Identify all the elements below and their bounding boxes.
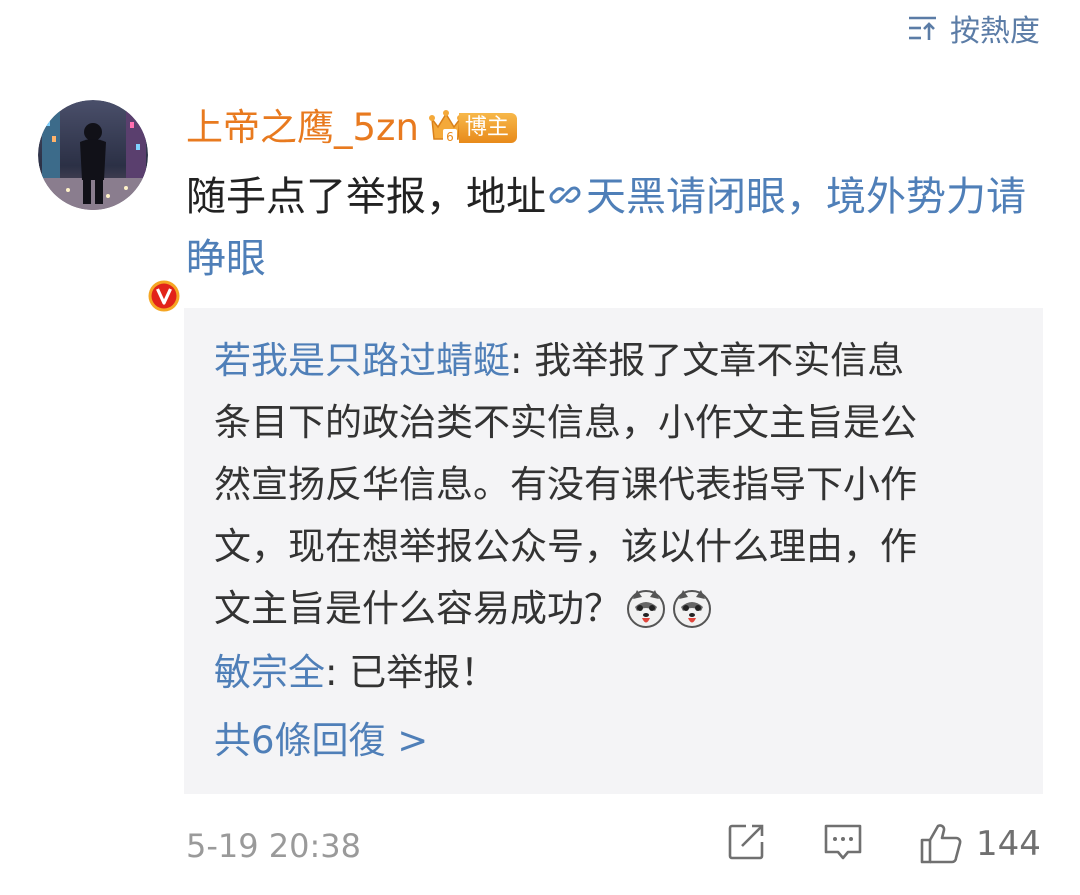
- reply-text-line4: 文，现在想举报公众号，该以什么理由，作: [214, 525, 917, 568]
- reply-preview-box[interactable]: 若我是只路过蜻蜓: 我举报了文章不实信息 条目下的政治类不实信息，小作文主旨是公…: [184, 308, 1043, 794]
- reply-text-line5: 文主旨是什么容易成功？: [214, 587, 621, 630]
- like-button[interactable]: 144: [918, 822, 1041, 866]
- share-icon: [728, 824, 764, 860]
- link-icon: [549, 186, 581, 204]
- comment-body: 随手点了举报，地址: [186, 174, 546, 220]
- avatar-image: [38, 100, 148, 210]
- reply-text-line3: 然宣扬反华信息。有没有课代表指导下小作: [214, 463, 917, 506]
- reply-item: 敏宗全: 已举报！: [214, 642, 1014, 704]
- reply-text-line2: 条目下的政治类不实信息，小作文主旨是公: [214, 401, 917, 444]
- husky-emoji-icon: [673, 590, 711, 628]
- sort-label: 按熱度: [950, 14, 1040, 49]
- reply-separator: :: [510, 339, 535, 382]
- blogger-badge: 6 博主: [428, 109, 517, 147]
- reply-author[interactable]: 若我是只路过蜻蜓: [214, 339, 510, 382]
- svg-text:6: 6: [446, 130, 454, 144]
- reply-text-line1: 我举报了文章不实信息: [534, 339, 905, 382]
- verified-v-icon: [145, 277, 183, 315]
- reply-text: 已举报！: [349, 651, 498, 694]
- avatar[interactable]: [38, 100, 183, 315]
- like-count: 144: [976, 824, 1041, 864]
- comment-text: 随手点了举报，地址 天黑请闭眼，境外势力请睁眼: [186, 166, 1036, 290]
- share-button[interactable]: [726, 822, 766, 862]
- reply-author[interactable]: 敏宗全: [214, 651, 325, 694]
- comment-timestamp: 5-19 20:38: [186, 827, 362, 865]
- blogger-badge-label: 博主: [458, 113, 517, 143]
- crown-icon: 6: [428, 110, 463, 144]
- reply-item: 若我是只路过蜻蜓: 我举报了文章不实信息: [214, 330, 1014, 392]
- comment-icon: [824, 824, 862, 860]
- sort-by-hot-button[interactable]: 按熱度: [908, 6, 1040, 50]
- comment-author-name[interactable]: 上帝之鹰_5zn: [186, 104, 419, 152]
- husky-emoji-icon: [627, 590, 665, 628]
- reply-separator: :: [325, 651, 350, 694]
- reply-button[interactable]: [822, 822, 864, 862]
- sort-icon: [908, 15, 938, 41]
- thumbs-up-icon: [920, 824, 962, 864]
- reply-text-line5-row: 文主旨是什么容易成功？: [214, 578, 1014, 640]
- view-all-replies-link[interactable]: 共6條回復 >: [214, 716, 428, 766]
